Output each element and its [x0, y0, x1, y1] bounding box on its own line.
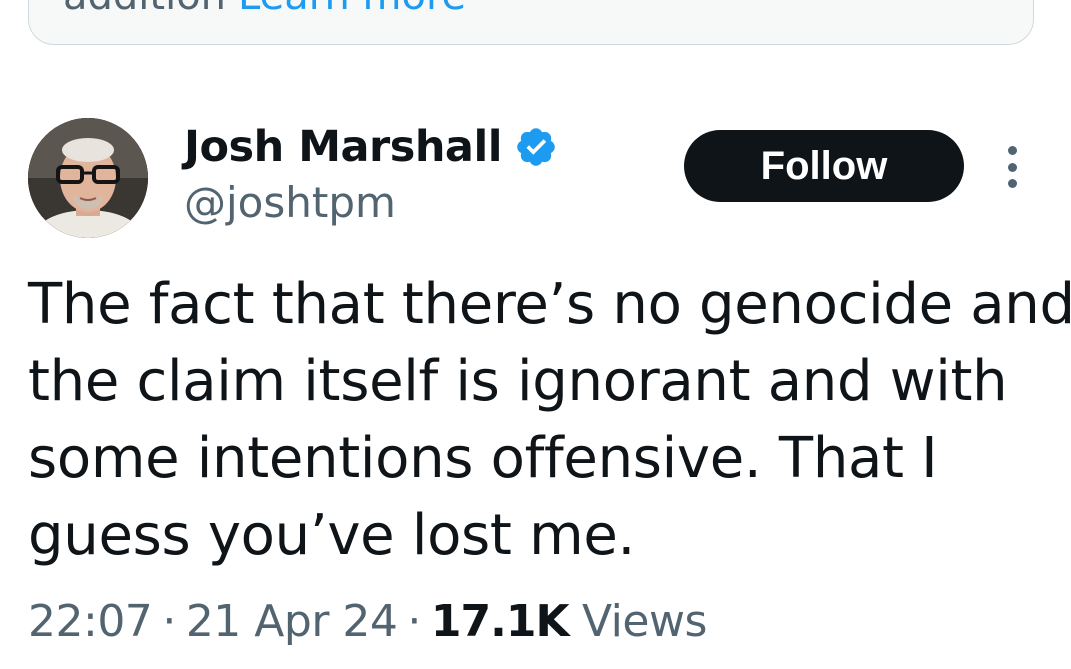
display-name[interactable]: Josh Marshall [184, 122, 502, 172]
author-name-row[interactable]: Josh Marshall [184, 122, 558, 172]
tweet-text-line: the claim itself is ignorant and with [28, 349, 1008, 414]
tweet-text-line: guess you’ve lost me. [28, 503, 635, 568]
more-dot [1007, 179, 1017, 188]
tweet-date[interactable]: 21 Apr 24 [186, 596, 398, 647]
tweet-text-line: some intentions offensive. That I [28, 426, 938, 491]
context-note-text: addition [63, 0, 226, 19]
views-label: Views [582, 596, 707, 647]
tweet-text-line: The fact that there’s no genocide and [28, 272, 1071, 337]
avatar[interactable] [28, 118, 148, 238]
tweet-view: addition Learn more Josh Marshall @joshtp… [0, 0, 1071, 669]
more-vertical-icon[interactable] [996, 146, 1028, 188]
more-dot [1007, 162, 1017, 172]
tweet-time[interactable]: 22:07 [28, 596, 153, 647]
context-note-text-row: addition Learn more [63, 0, 466, 19]
context-note-card: addition Learn more [28, 0, 1034, 45]
author-handle[interactable]: @joshtpm [184, 178, 396, 227]
meta-separator: · [407, 596, 421, 647]
views-count: 17.1K [430, 596, 570, 647]
verified-badge-icon [517, 128, 555, 166]
avatar-image [28, 118, 148, 238]
tweet-meta: 22:07 · 21 Apr 24 · 17.1K Views [28, 596, 707, 647]
more-dot [1007, 146, 1017, 155]
meta-separator: · [162, 596, 176, 647]
follow-button[interactable]: Follow [684, 130, 964, 202]
tweet-text: The fact that there’s no genocide and th… [28, 266, 1071, 574]
learn-more-link[interactable]: Learn more [238, 0, 466, 19]
